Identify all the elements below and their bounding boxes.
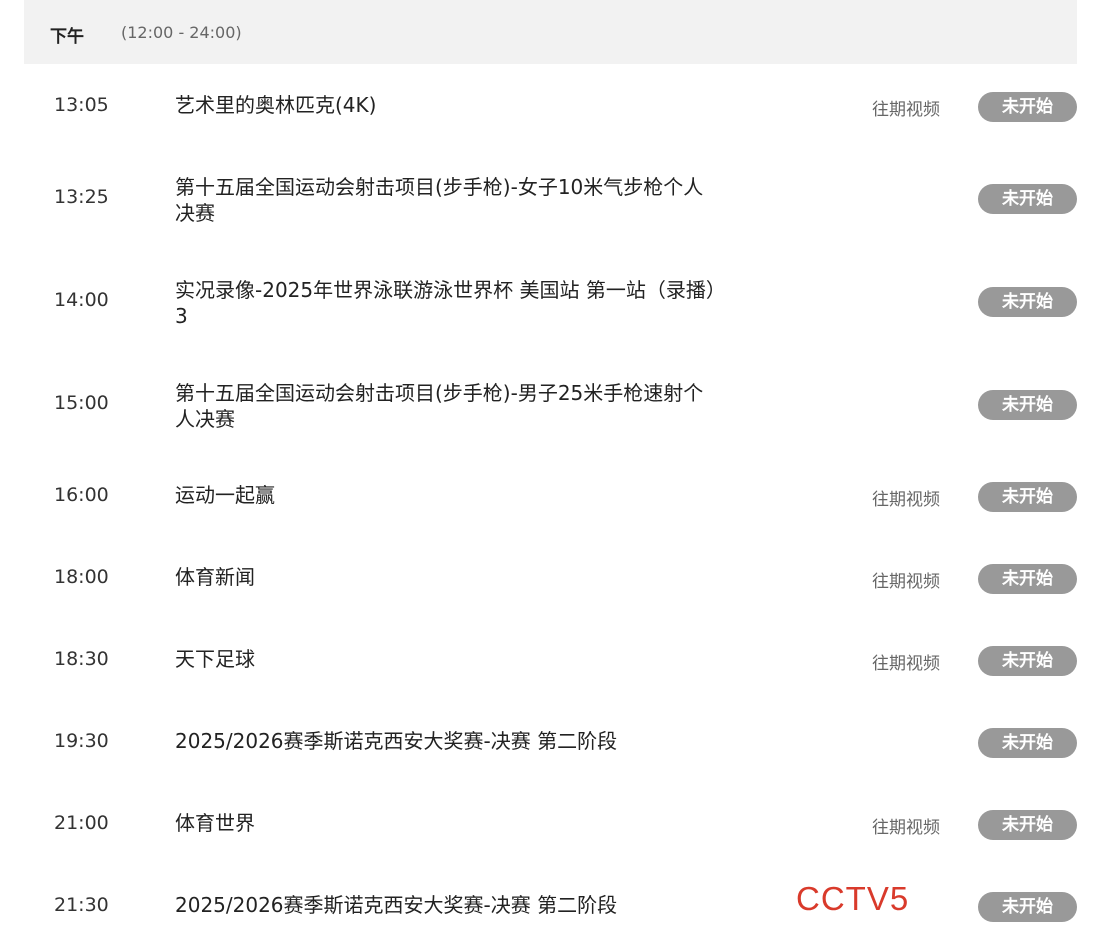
program-title[interactable]: 第十五届全国运动会射击项目(步手枪)-男子25米手枪速射个人决赛 [175, 380, 723, 432]
program-title[interactable]: 天下足球 [175, 646, 723, 672]
program-row: 16:00 运动一起赢 往期视频 未开始 [0, 457, 1096, 539]
status-button[interactable]: 未开始 [978, 892, 1077, 922]
status-button[interactable]: 未开始 [978, 287, 1077, 317]
period-title: 下午 [50, 27, 84, 47]
past-videos-link[interactable]: 往期视频 [872, 485, 940, 510]
status-button[interactable]: 未开始 [978, 564, 1077, 594]
past-videos-link[interactable]: 往期视频 [872, 813, 940, 838]
status-button[interactable]: 未开始 [978, 728, 1077, 758]
program-row: 19:30 2025/2026赛季斯诺克西安大奖赛-决赛 第二阶段 未开始 [0, 703, 1096, 785]
program-title[interactable]: 2025/2026赛季斯诺克西安大奖赛-决赛 第二阶段 [175, 728, 723, 754]
program-title[interactable]: 第十五届全国运动会射击项目(步手枪)-女子10米气步枪个人决赛 [175, 174, 723, 226]
past-videos-link[interactable]: 往期视频 [872, 649, 940, 674]
program-row: 15:00 第十五届全国运动会射击项目(步手枪)-男子25米手枪速射个人决赛 未… [0, 354, 1096, 457]
program-time: 21:30 [54, 894, 109, 916]
program-time: 16:00 [54, 484, 109, 506]
status-button[interactable]: 未开始 [978, 92, 1077, 122]
program-time: 15:00 [54, 392, 109, 414]
channel-watermark: CCTV5 [796, 880, 910, 917]
status-button[interactable]: 未开始 [978, 646, 1077, 676]
schedule-section-header: 下午 (12:00 - 24:00) [24, 0, 1077, 64]
program-title[interactable]: 实况录像-2025年世界泳联游泳世界杯 美国站 第一站（录播）3 [175, 277, 723, 329]
program-time: 13:25 [54, 186, 109, 208]
program-time: 14:00 [54, 289, 109, 311]
status-button[interactable]: 未开始 [978, 482, 1077, 512]
program-row: 18:00 体育新闻 往期视频 未开始 [0, 539, 1096, 621]
status-button[interactable]: 未开始 [978, 810, 1077, 840]
program-time: 18:30 [54, 648, 109, 670]
program-row: 21:30 2025/2026赛季斯诺克西安大奖赛-决赛 第二阶段 未开始 [0, 867, 1096, 939]
program-row: 13:05 艺术里的奥林匹克(4K) 往期视频 未开始 [0, 64, 1096, 148]
program-row: 13:25 第十五届全国运动会射击项目(步手枪)-女子10米气步枪个人决赛 未开… [0, 148, 1096, 251]
status-button[interactable]: 未开始 [978, 390, 1077, 420]
status-button[interactable]: 未开始 [978, 184, 1077, 214]
program-title[interactable]: 运动一起赢 [175, 482, 723, 508]
program-title[interactable]: 体育世界 [175, 810, 723, 836]
program-row: 21:00 体育世界 往期视频 未开始 [0, 785, 1096, 867]
past-videos-link[interactable]: 往期视频 [872, 567, 940, 592]
program-title[interactable]: 体育新闻 [175, 564, 723, 590]
program-time: 21:00 [54, 812, 109, 834]
past-videos-link[interactable]: 往期视频 [872, 95, 940, 120]
program-row: 18:30 天下足球 往期视频 未开始 [0, 621, 1096, 703]
program-row: 14:00 实况录像-2025年世界泳联游泳世界杯 美国站 第一站（录播）3 未… [0, 251, 1096, 354]
program-time: 18:00 [54, 566, 109, 588]
program-time: 13:05 [54, 94, 109, 116]
program-time: 19:30 [54, 730, 109, 752]
program-title[interactable]: 2025/2026赛季斯诺克西安大奖赛-决赛 第二阶段 [175, 892, 723, 918]
period-time-range: (12:00 - 24:00) [121, 23, 242, 42]
program-title[interactable]: 艺术里的奥林匹克(4K) [175, 92, 723, 118]
